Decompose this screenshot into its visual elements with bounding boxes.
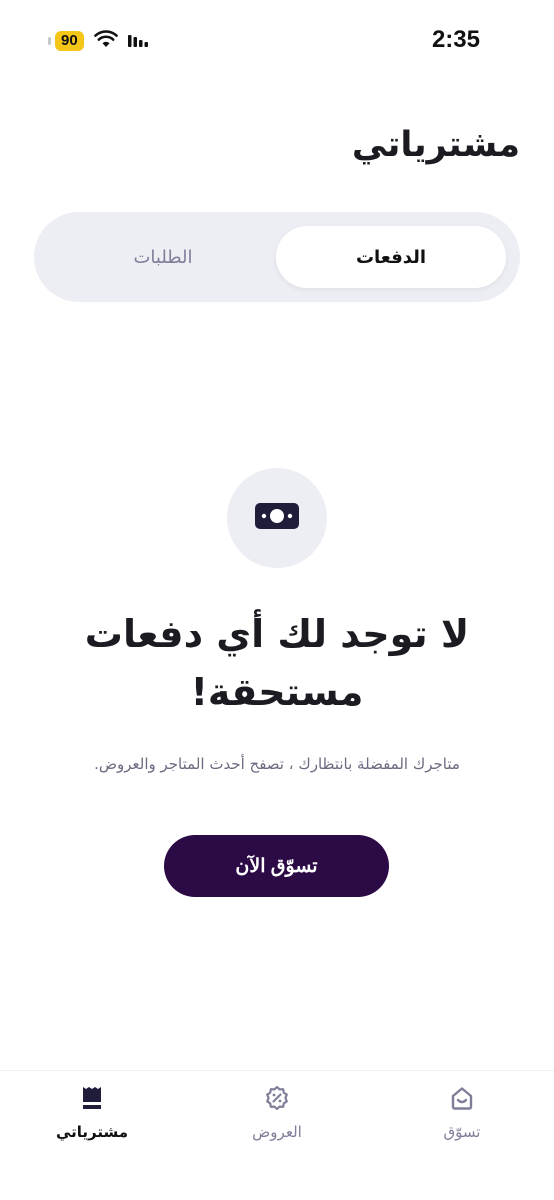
empty-state-description: متاجرك المفضلة بانتظارك ، تصفح أحدث المت… [94,755,460,773]
nav-label-purchases: مشترياتي [55,1123,129,1141]
nav-item-shop[interactable]: تسوّق [402,1085,522,1141]
wifi-icon [93,30,118,52]
status-icons: 90 [48,30,148,52]
bottom-nav: تسوّق العروض مشترياتي [0,1070,554,1200]
empty-state-icon-circle [227,468,327,568]
nav-item-offers[interactable]: العروض [217,1085,337,1141]
nav-label-shop: تسوّق [443,1123,481,1141]
purchases-icon [79,1085,105,1115]
empty-state-title-line2: مستحقة! [190,670,364,714]
empty-state-title-line1: لا توجد لك أي دفعات [84,612,470,656]
signal-icon [127,31,148,51]
shop-home-icon [449,1085,475,1115]
status-bar: 90 2:35 [0,0,554,80]
shop-now-button[interactable]: تسوّق الآن [164,835,389,897]
money-icon [253,500,301,536]
tab-orders[interactable]: الطلبات [48,226,278,288]
battery-indicator: 90 [55,31,84,51]
tab-switcher: الدفعات الطلبات [34,212,520,302]
page-title: مشترياتي [351,125,520,165]
battery-tip [48,37,51,45]
tab-payments[interactable]: الدفعات [276,226,506,288]
nav-label-offers: العروض [252,1123,302,1141]
empty-state-title: لا توجد لك أي دفعات مستحقة! [40,605,514,721]
discount-icon [264,1085,290,1115]
screen: 90 2:35 مشترياتي الدفعات الطلبات لا توجد… [0,0,554,1200]
nav-item-purchases[interactable]: مشترياتي [32,1085,152,1141]
status-time: 2:35 [431,26,480,53]
